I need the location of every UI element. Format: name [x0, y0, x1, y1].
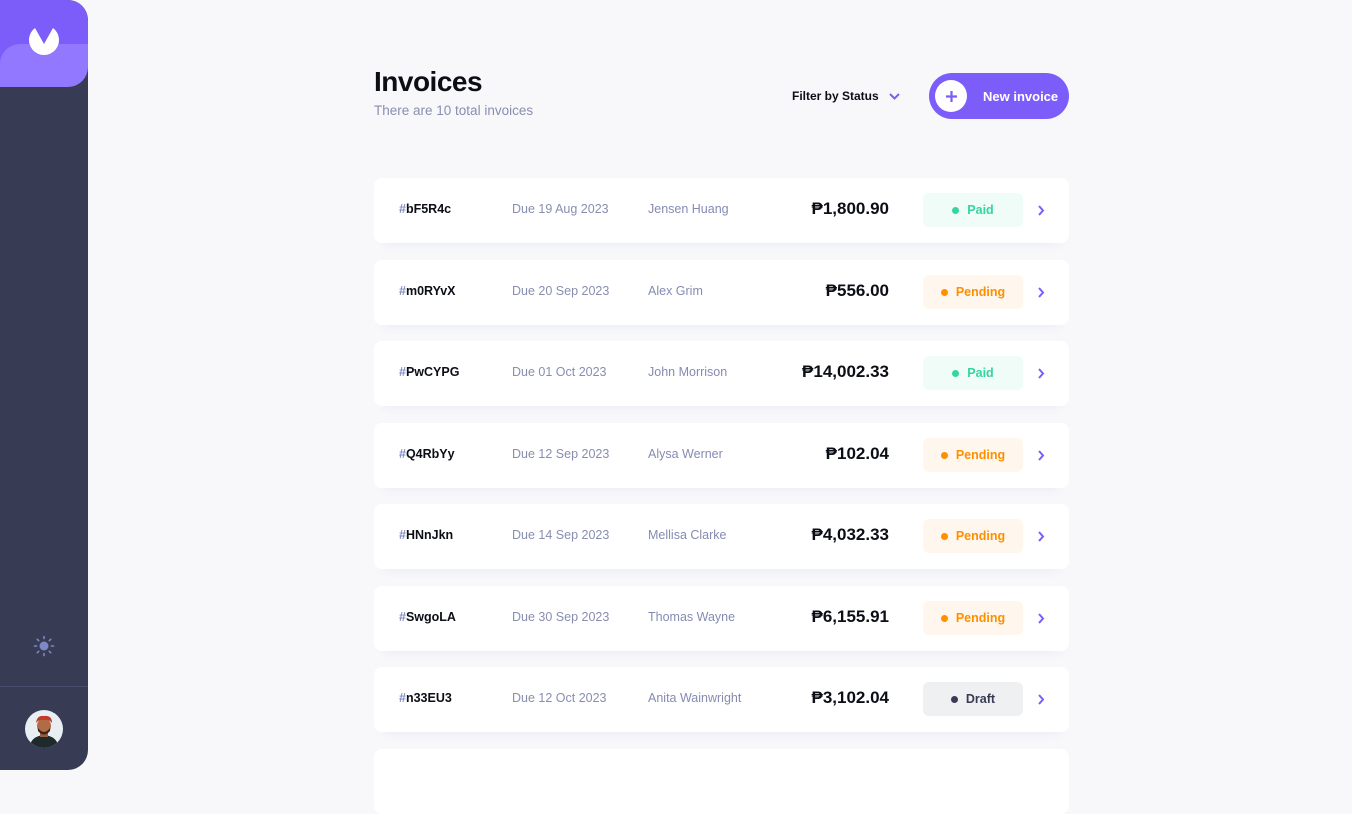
invoice-amount: ₱4,032.33	[811, 525, 889, 544]
chevron-right-icon	[1038, 613, 1045, 624]
app-logo[interactable]	[0, 0, 88, 87]
invoice-amount: ₱1,800.90	[811, 199, 889, 218]
new-invoice-button[interactable]: New invoice	[929, 73, 1069, 119]
filter-by-status-dropdown[interactable]: Filter by Status	[792, 87, 900, 105]
chevron-right-icon	[1038, 450, 1045, 461]
invoice-id: #n33EU3	[399, 691, 452, 705]
chevron-right-icon	[1038, 694, 1045, 705]
invoice-client: Jensen Huang	[648, 202, 729, 216]
invoice-due-date: Due 20 Sep 2023	[512, 284, 610, 298]
invoice-row[interactable]: #SwgoLA Due 30 Sep 2023 Thomas Wayne ₱6,…	[374, 586, 1069, 651]
invoice-id: #PwCYPG	[399, 365, 460, 379]
invoice-id: #m0RYvX	[399, 284, 456, 298]
filter-label: Filter by Status	[792, 89, 879, 103]
invoice-amount: ₱14,002.33	[802, 362, 889, 381]
invoice-due-date: Due 12 Sep 2023	[512, 447, 610, 461]
invoice-due-date: Due 30 Sep 2023	[512, 610, 610, 624]
app-logo-icon	[29, 28, 59, 55]
status-badge: Draft	[923, 682, 1023, 716]
status-badge: Paid	[923, 193, 1023, 227]
invoice-client: Mellisa Clarke	[648, 528, 727, 542]
plus-icon	[935, 80, 967, 112]
invoice-id: #SwgoLA	[399, 610, 456, 624]
invoice-client: Thomas Wayne	[648, 610, 736, 624]
invoice-client: Alysa Werner	[648, 447, 723, 461]
invoice-due-date: Due 12 Oct 2023	[512, 691, 607, 705]
status-badge: Pending	[923, 438, 1023, 472]
invoice-due-date: Due 19 Aug 2023	[512, 202, 609, 216]
chevron-right-icon	[1038, 368, 1045, 379]
chevron-right-icon	[1038, 205, 1045, 216]
invoice-amount: ₱6,155.91	[811, 607, 889, 626]
invoice-amount: ₱3,102.04	[811, 688, 889, 707]
invoice-row[interactable]: #m0RYvX Due 20 Sep 2023 Alex Grim ₱556.0…	[374, 260, 1069, 325]
invoice-due-date: Due 01 Oct 2023	[512, 365, 607, 379]
invoice-row[interactable]: #Q4RbYy Due 12 Sep 2023 Alysa Werner ₱10…	[374, 423, 1069, 488]
sun-icon[interactable]	[33, 635, 55, 657]
invoice-row-partial[interactable]	[374, 749, 1069, 814]
invoice-row[interactable]: #PwCYPG Due 01 Oct 2023 John Morrison ₱1…	[374, 341, 1069, 406]
page-title: Invoices	[374, 66, 483, 97]
invoice-id: #bF5R4c	[399, 202, 452, 216]
invoice-row[interactable]: #HNnJkn Due 14 Sep 2023 Mellisa Clarke ₱…	[374, 504, 1069, 569]
chevron-right-icon	[1038, 531, 1045, 542]
sidebar	[0, 0, 88, 770]
new-invoice-label: New invoice	[983, 88, 1059, 104]
invoice-due-date: Due 14 Sep 2023	[512, 528, 610, 542]
invoice-id: #HNnJkn	[399, 528, 454, 542]
invoice-client: Alex Grim	[648, 284, 703, 298]
invoice-client: John Morrison	[648, 365, 728, 379]
invoice-count: There are 10 total invoices	[374, 103, 534, 118]
invoice-amount: ₱102.04	[825, 444, 889, 463]
sidebar-divider	[0, 686, 88, 687]
status-badge: Pending	[923, 275, 1023, 309]
invoice-row[interactable]: #n33EU3 Due 12 Oct 2023 Anita Wainwright…	[374, 667, 1069, 732]
invoice-id: #Q4RbYy	[399, 447, 455, 461]
chevron-down-icon	[888, 92, 900, 100]
invoice-amount: ₱556.00	[825, 281, 889, 300]
chevron-right-icon	[1038, 287, 1045, 298]
invoice-client: Anita Wainwright	[648, 691, 742, 705]
user-avatar[interactable]	[25, 710, 63, 748]
status-badge: Paid	[923, 356, 1023, 390]
status-badge: Pending	[923, 519, 1023, 553]
status-badge: Pending	[923, 601, 1023, 635]
invoice-row[interactable]: #bF5R4c Due 19 Aug 2023 Jensen Huang ₱1,…	[374, 178, 1069, 243]
